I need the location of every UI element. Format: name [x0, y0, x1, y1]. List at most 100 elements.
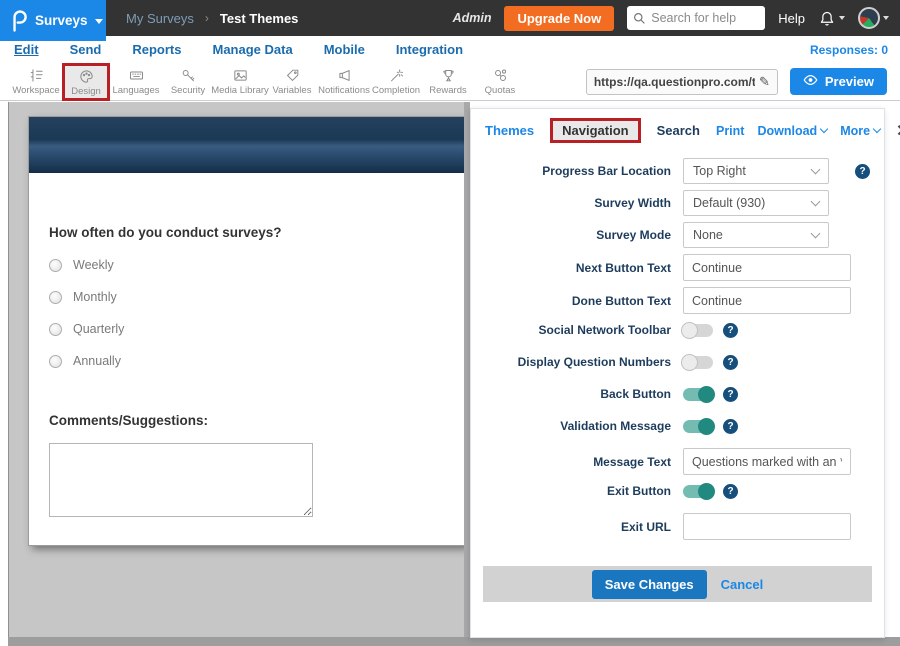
chevron-down-icon — [839, 16, 845, 20]
magic-wand-icon — [388, 67, 405, 84]
print-link[interactable]: Print — [716, 124, 744, 138]
help-icon[interactable]: ? — [723, 484, 738, 499]
help-search — [627, 6, 765, 30]
radio-icon[interactable] — [49, 259, 62, 272]
edit-url-icon[interactable]: ✎ — [759, 74, 770, 90]
edit-toolbar: Workspace Design Languages Security Medi… — [0, 63, 900, 101]
radio-icon[interactable] — [49, 291, 62, 304]
bell-icon — [818, 9, 836, 28]
survey-url-input[interactable] — [594, 75, 755, 89]
survey-option-annually[interactable]: Annually — [49, 354, 446, 368]
help-icon[interactable]: ? — [723, 323, 738, 338]
toolbar-item-design[interactable]: Design — [62, 63, 110, 101]
more-menu[interactable]: More — [840, 124, 880, 138]
field-label: Message Text — [471, 455, 683, 469]
toolbar-item-quotas[interactable]: Quotas — [474, 67, 526, 96]
toolbar-item-security[interactable]: Security — [162, 67, 214, 96]
admin-label: Admin — [453, 11, 492, 25]
product-menu[interactable]: Surveys — [0, 0, 106, 41]
tab-manage-data[interactable]: Manage Data — [212, 42, 292, 57]
account-menu[interactable] — [858, 7, 889, 29]
next-button-text-input[interactable] — [683, 254, 851, 281]
navigation-settings-form: Progress Bar Location Top Right ? Survey… — [471, 158, 884, 540]
validation-message-toggle[interactable] — [683, 420, 713, 433]
back-button-toggle[interactable] — [683, 388, 713, 401]
tab-integration[interactable]: Integration — [396, 42, 463, 57]
chevron-down-icon — [873, 125, 881, 133]
tab-send[interactable]: Send — [70, 42, 102, 57]
exit-button-toggle[interactable] — [683, 485, 713, 498]
survey-width-select[interactable]: Default (930) — [683, 190, 829, 216]
cancel-link[interactable]: Cancel — [721, 577, 764, 592]
tab-edit[interactable]: Edit — [14, 42, 39, 57]
tab-navigation[interactable]: Navigation — [550, 118, 640, 143]
radio-icon[interactable] — [49, 323, 62, 336]
survey-option-weekly[interactable]: Weekly — [49, 258, 446, 272]
field-row: Next Button Text — [471, 254, 884, 281]
breadcrumb-separator: › — [205, 11, 209, 25]
toolbar-item-notifications[interactable]: Notifications — [318, 67, 370, 96]
tab-reports[interactable]: Reports — [132, 42, 181, 57]
help-link[interactable]: Help — [778, 11, 805, 26]
avatar — [858, 7, 880, 29]
product-menu-label: Surveys — [35, 13, 88, 28]
toolbar-item-variables[interactable]: Variables — [266, 67, 318, 96]
close-icon[interactable]: ✕ — [896, 121, 900, 141]
exit-url-input[interactable] — [683, 513, 851, 540]
field-label: Progress Bar Location — [471, 164, 683, 178]
field-row: Validation Message ? — [471, 416, 884, 436]
field-row: Message Text — [471, 448, 884, 475]
notifications-menu[interactable] — [818, 9, 845, 28]
toolbar-item-completion[interactable]: Completion — [370, 67, 422, 96]
comments-textarea[interactable] — [49, 443, 313, 517]
chevron-down-icon — [95, 19, 103, 24]
survey-option-monthly[interactable]: Monthly — [49, 290, 446, 304]
toolbar-item-workspace[interactable]: Workspace — [10, 67, 62, 96]
field-label: Survey Mode — [471, 228, 683, 242]
trophy-icon — [440, 67, 457, 84]
tab-mobile[interactable]: Mobile — [324, 42, 365, 57]
chevron-down-icon — [883, 16, 889, 20]
breadcrumb-parent-link[interactable]: My Surveys — [126, 11, 194, 26]
download-menu[interactable]: Download — [757, 124, 827, 138]
breadcrumb: My Surveys › Test Themes — [126, 11, 298, 26]
preview-button[interactable]: Preview — [790, 68, 887, 95]
upgrade-now-button[interactable]: Upgrade Now — [504, 6, 614, 31]
radio-icon[interactable] — [49, 355, 62, 368]
panel-footer: Save Changes Cancel — [483, 566, 872, 602]
keyboard-icon — [128, 67, 145, 84]
tab-themes[interactable]: Themes — [485, 123, 534, 138]
help-search-input[interactable] — [627, 6, 765, 30]
display-question-numbers-toggle[interactable] — [683, 356, 713, 369]
field-label: Done Button Text — [471, 294, 683, 308]
survey-nav: Edit Send Reports Manage Data Mobile Int… — [0, 36, 900, 63]
workspace-icon — [28, 67, 45, 84]
panel-tab-bar: Themes Navigation Search Print Download … — [471, 109, 884, 147]
responses-count[interactable]: Responses: 0 — [810, 43, 888, 57]
field-row: Done Button Text — [471, 287, 884, 314]
social-network-toolbar-toggle[interactable] — [683, 324, 713, 337]
help-icon[interactable]: ? — [855, 164, 870, 179]
chevron-down-icon — [820, 125, 828, 133]
help-icon[interactable]: ? — [723, 355, 738, 370]
field-label: Social Network Toolbar — [471, 323, 683, 337]
toolbar-item-languages[interactable]: Languages — [110, 67, 162, 96]
field-row: Progress Bar Location Top Right ? — [471, 158, 884, 184]
field-row: Social Network Toolbar ? — [471, 320, 884, 340]
help-icon[interactable]: ? — [723, 419, 738, 434]
help-icon[interactable]: ? — [723, 387, 738, 402]
questionpro-logo-icon — [9, 9, 28, 33]
field-row: Exit URL — [471, 513, 884, 540]
save-changes-button[interactable]: Save Changes — [592, 570, 707, 599]
done-button-text-input[interactable] — [683, 287, 851, 314]
toolbar-item-rewards[interactable]: Rewards — [422, 67, 474, 96]
progress-bar-location-select[interactable]: Top Right — [683, 158, 829, 184]
message-text-input[interactable] — [683, 448, 851, 475]
toolbar-item-media-library[interactable]: Media Library — [214, 67, 266, 96]
survey-option-quarterly[interactable]: Quarterly — [49, 322, 446, 336]
design-settings-panel: Themes Navigation Search Print Download … — [470, 108, 885, 638]
tab-search[interactable]: Search — [657, 123, 700, 138]
survey-url-field[interactable]: ✎ — [586, 69, 778, 95]
field-label: Survey Width — [471, 196, 683, 210]
survey-mode-select[interactable]: None — [683, 222, 829, 248]
